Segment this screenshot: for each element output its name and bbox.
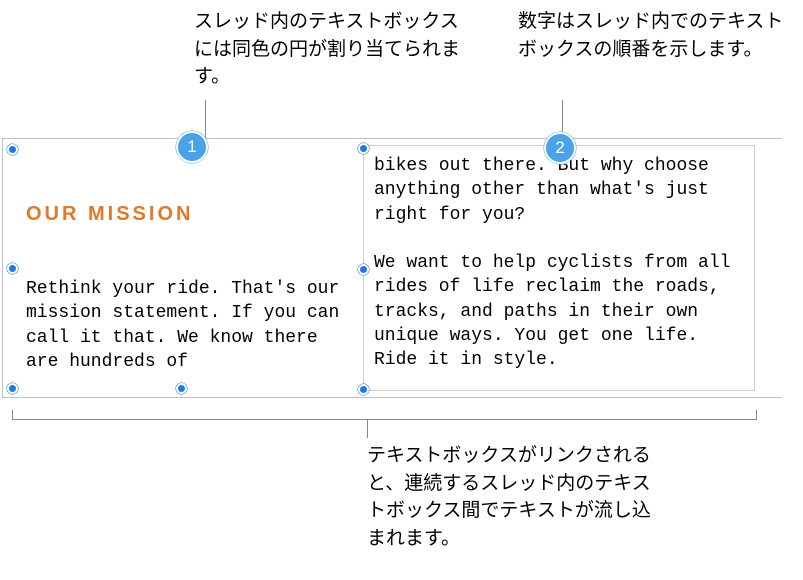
selection-handle[interactable]: [7, 144, 18, 155]
textbox-body-p2: We want to help cyclists from all rides …: [374, 253, 730, 370]
thread-badge-1[interactable]: 1: [176, 131, 208, 163]
selection-handle[interactable]: [176, 383, 187, 394]
callout-line: [205, 100, 206, 140]
textbox-body: Rethink your ride. That's our mission st…: [26, 277, 346, 374]
callout-thread-order: 数字はスレッド内でのテキストボックスの順番を示します。: [518, 8, 798, 63]
selection-handle[interactable]: [7, 383, 18, 394]
linked-textbox-1[interactable]: OUR MISSION Rethink your ride. That's ou…: [11, 145, 351, 391]
selection-handle[interactable]: [358, 384, 369, 395]
linked-textbox-2[interactable]: bikes out there. But why choose anything…: [363, 145, 755, 391]
textbox-body: bikes out there. But why choose anything…: [374, 154, 746, 373]
textbox-heading: OUR MISSION: [26, 203, 193, 226]
selection-handle[interactable]: [358, 264, 369, 275]
callout-bracket: [12, 410, 757, 420]
selection-handle[interactable]: [358, 143, 369, 154]
thread-badge-2[interactable]: 2: [544, 132, 576, 164]
thread-badge-number: 2: [555, 138, 564, 158]
thread-badge-number: 1: [187, 137, 196, 157]
callout-text-flow: テキストボックスがリンクされると、連続するスレッド内のテキストボックス間でテキス…: [367, 442, 667, 552]
callout-bracket-stem: [367, 420, 368, 438]
callout-thread-color: スレッド内のテキストボックスには同色の円が割り当てられます。: [194, 8, 464, 91]
selection-handle[interactable]: [7, 263, 18, 274]
textbox-body-p1: bikes out there. But why choose anything…: [374, 156, 709, 225]
document-canvas: OUR MISSION Rethink your ride. That's ou…: [2, 138, 782, 398]
